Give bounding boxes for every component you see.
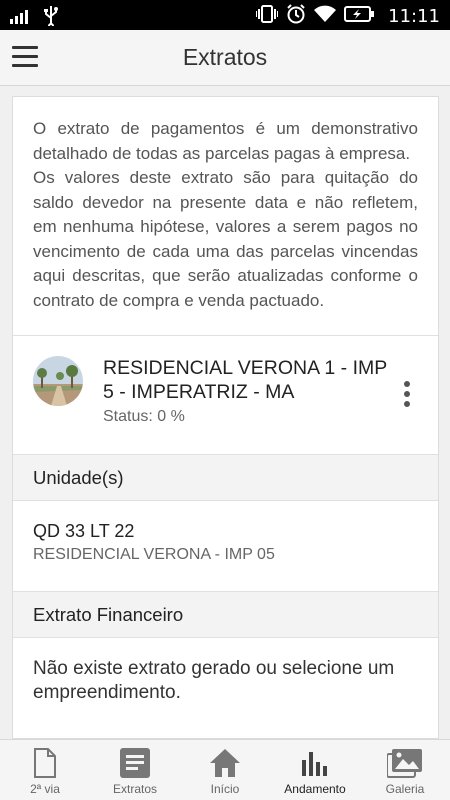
nav-inicio[interactable]: Início xyxy=(180,740,270,800)
usb-icon xyxy=(44,6,58,31)
signal-icon xyxy=(10,8,30,29)
wifi-icon xyxy=(314,5,337,28)
bar-chart-icon xyxy=(302,752,327,776)
financial-section-header: Extrato Financeiro xyxy=(13,592,438,638)
home-icon xyxy=(210,749,240,777)
unit-development: RESIDENCIAL VERONA - IMP 05 xyxy=(33,546,275,563)
nav-2a-via[interactable]: 2ª via xyxy=(0,740,90,800)
more-options-icon[interactable] xyxy=(402,381,412,409)
document-icon xyxy=(34,748,56,778)
nav-andamento[interactable]: Andamento xyxy=(270,740,360,800)
app-bar: Extratos xyxy=(0,30,450,86)
unit-code: QD 33 LT 22 xyxy=(33,521,135,541)
project-avatar xyxy=(33,356,83,406)
units-section-header: Unidade(s) xyxy=(13,455,438,501)
nav-label: Extratos xyxy=(112,782,157,796)
nav-label: Andamento xyxy=(284,782,346,796)
project-item[interactable]: RESIDENCIAL VERONA 1 - IMP 5 - IMPERATRI… xyxy=(13,336,438,455)
battery-charging-icon xyxy=(344,6,375,27)
project-name: RESIDENCIAL VERONA 1 - IMP 5 - IMPERATRI… xyxy=(103,357,387,403)
clock: 11:11 xyxy=(388,6,440,27)
intro-paragraph: O extrato de pagamentos é um demonstrati… xyxy=(33,119,418,310)
unit-item[interactable]: QD 33 LT 22 RESIDENCIAL VERONA - IMP 05 xyxy=(13,501,438,592)
nav-extratos[interactable]: Extratos xyxy=(90,740,180,800)
vibrate-icon xyxy=(255,4,280,29)
nav-label: Início xyxy=(210,782,240,796)
list-icon xyxy=(120,748,150,778)
nav-label: Galeria xyxy=(385,782,425,796)
alarm-icon xyxy=(286,4,306,29)
nav-galeria[interactable]: Galeria xyxy=(360,740,450,800)
bottom-navigation: 2ª via Extratos Início Andamento Galeria xyxy=(0,739,450,800)
gallery-icon xyxy=(387,749,422,778)
page-title: Extratos xyxy=(182,44,268,70)
empty-statement-message: Não existe extrato gerado ou selecione u… xyxy=(33,658,395,703)
intro-text: O extrato de pagamentos é um demonstrati… xyxy=(13,97,438,336)
status-bar: 11:11 xyxy=(0,0,450,30)
nav-label: 2ª via xyxy=(30,782,60,796)
project-status: Status: 0 % xyxy=(103,408,185,425)
content-card[interactable]: O extrato de pagamentos é um demonstrati… xyxy=(12,96,439,739)
